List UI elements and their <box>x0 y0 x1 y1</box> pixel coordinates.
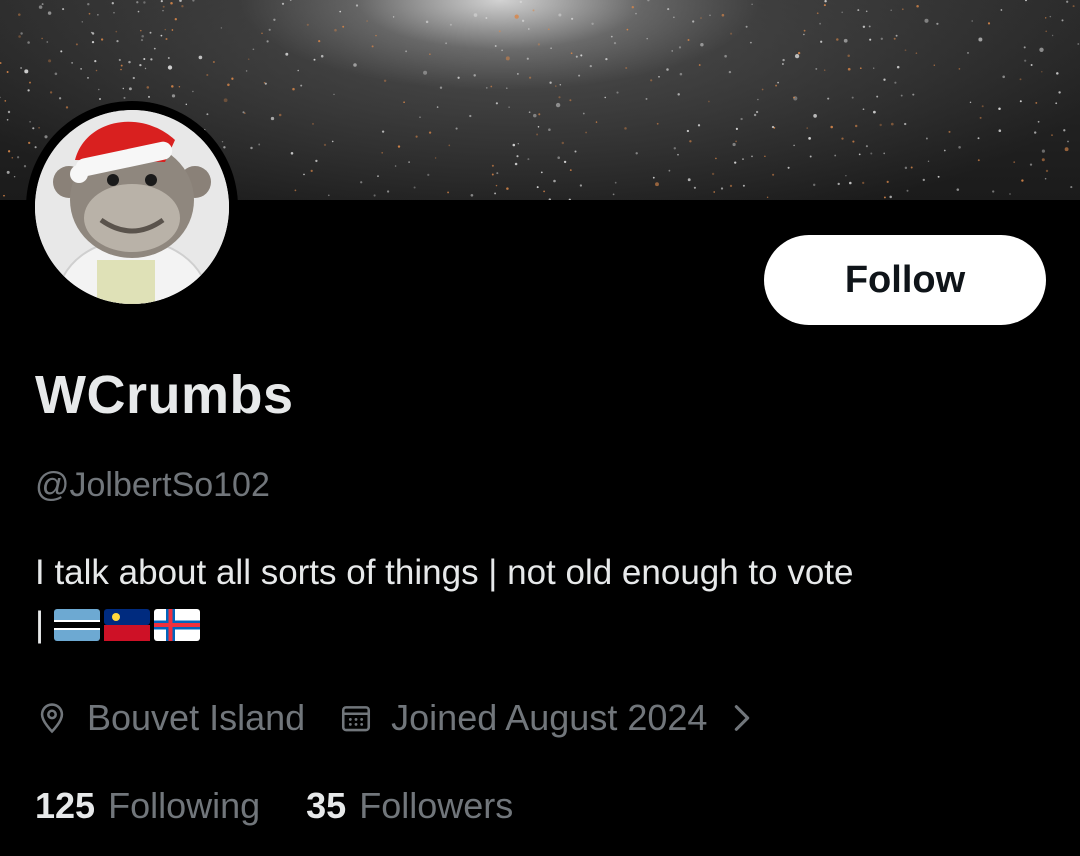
bio-separator: | <box>35 605 45 644</box>
chevron-right-icon[interactable] <box>731 701 771 735</box>
joined-text: Joined August 2024 <box>391 697 708 738</box>
profile-meta: Bouvet Island Joined August 2024 <box>35 690 771 746</box>
bio-text: I talk about all sorts of things | not o… <box>35 553 854 592</box>
bio-flags <box>54 609 201 641</box>
flag-botswana-icon <box>54 609 101 641</box>
following-label: Following <box>108 785 261 826</box>
user-handle: @JolbertSo102 <box>35 466 270 504</box>
flag-faroe-islands-icon <box>154 609 201 641</box>
followers-label: Followers <box>359 785 514 826</box>
avatar[interactable] <box>35 110 229 304</box>
location-text: Bouvet Island <box>87 697 306 738</box>
following-link[interactable]: 125 Following <box>35 785 260 827</box>
flag-liechtenstein-icon <box>104 609 151 641</box>
calendar-icon <box>342 706 371 732</box>
joined-item[interactable]: Joined August 2024 <box>339 697 771 739</box>
bio-line-2: | <box>35 600 201 650</box>
location-item: Bouvet Island <box>35 697 305 739</box>
avatar-image <box>35 110 229 304</box>
follow-button[interactable]: Follow <box>764 235 1046 325</box>
followers-link[interactable]: 35 Followers <box>306 785 513 827</box>
location-pin-icon <box>40 703 64 734</box>
followers-count: 35 <box>306 785 347 826</box>
display-name: WCrumbs <box>35 365 294 425</box>
follow-stats: 125 Following 35 Followers <box>35 780 513 832</box>
following-count: 125 <box>35 785 96 826</box>
